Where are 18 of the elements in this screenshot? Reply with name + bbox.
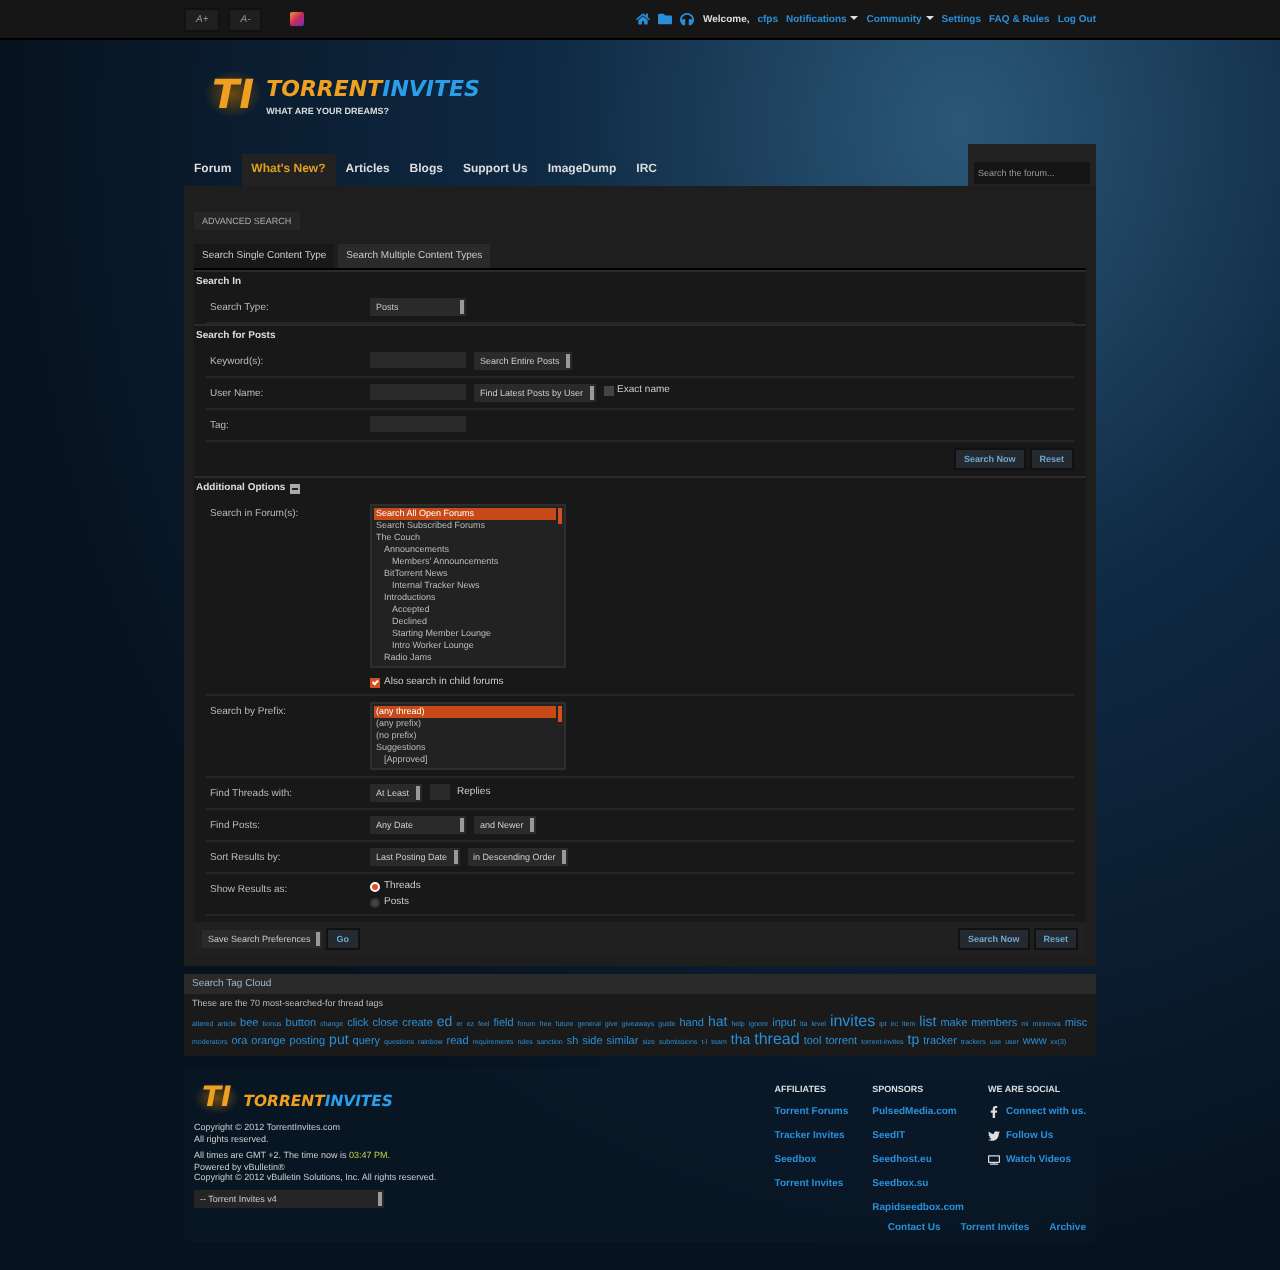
logo-name: TORRENT <box>266 76 383 102</box>
letter-f-icon <box>988 1106 1000 1118</box>
bird-icon <box>988 1130 1000 1142</box>
headphones-icon[interactable] <box>680 12 695 26</box>
logo-emblem: TI <box>194 1082 240 1114</box>
folder-icon[interactable] <box>658 12 673 26</box>
listbox[interactable] <box>370 504 566 668</box>
tag-link[interactable]: invites <box>829 1014 876 1030</box>
app-icon[interactable] <box>290 12 305 26</box>
checkbox[interactable] <box>370 677 380 687</box>
logo-name: INVITES <box>382 76 480 102</box>
checkbox[interactable] <box>603 385 614 395</box>
tag-link[interactable]: thread <box>754 1032 800 1048</box>
collapse-icon[interactable] <box>289 483 300 493</box>
radio-button[interactable] <box>370 897 380 907</box>
logo-emblem: TI <box>204 69 263 117</box>
home-icon[interactable] <box>636 12 651 26</box>
tv-icon <box>988 1154 1000 1166</box>
